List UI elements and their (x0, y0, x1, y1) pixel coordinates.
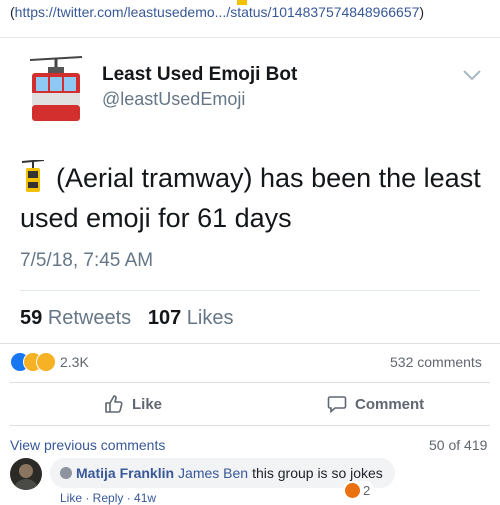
thumbs-up-icon (105, 395, 123, 413)
divider (20, 290, 480, 291)
comment-actions[interactable]: Like · Reply · 41w (60, 491, 156, 505)
tweet-timestamp[interactable]: 7/5/18, 7:45 AM (20, 250, 153, 272)
person-avatar-icon (13, 464, 39, 490)
likes-label[interactable]: Likes (187, 307, 234, 329)
comment-author[interactable]: Matija Franklin (76, 465, 174, 481)
link-close-paren: ) (419, 4, 425, 20)
gondola-avatar-icon (30, 56, 82, 121)
tweet-stats: 59 Retweets 107 Likes (20, 307, 234, 330)
view-previous-comments-link[interactable]: View previous comments (10, 437, 165, 453)
comment-mention[interactable]: James Ben (178, 465, 248, 481)
divider (10, 425, 490, 426)
avatar[interactable] (10, 458, 42, 490)
retweets-label[interactable]: Retweets (48, 307, 131, 329)
reactions-count[interactable]: 2.3K (60, 354, 89, 370)
haha-reaction-icon (36, 352, 56, 372)
likes-count[interactable]: 107 (148, 307, 181, 329)
comments-count[interactable]: 532 comments (390, 354, 482, 370)
aerial-tramway-emoji-icon (237, 0, 247, 5)
top-fan-badge-icon (60, 467, 72, 479)
comment-button[interactable]: Comment (327, 392, 424, 416)
like-button-label: Like (132, 395, 163, 413)
tweet-url[interactable]: https://twitter.com/leastusedemo.../stat… (15, 4, 420, 20)
comment-bubble: Matija Franklin James Ben this group is … (50, 458, 395, 488)
divider (10, 382, 490, 383)
chevron-down-icon[interactable] (462, 68, 482, 82)
comment-button-label: Comment (355, 395, 425, 413)
tweet-text: (Aerial tramway) has been the least used… (20, 158, 490, 238)
tweet-link[interactable]: (https://twitter.com/leastusedemo.../sta… (10, 4, 424, 20)
speech-bubble-icon (327, 396, 347, 414)
divider (0, 343, 500, 344)
angry-reaction-icon (345, 482, 360, 498)
like-button[interactable]: Like (104, 392, 162, 416)
tweet-body: (Aerial tramway) has been the least used… (20, 163, 481, 233)
retweets-count[interactable]: 59 (20, 307, 42, 329)
comment-reaction-count: 2 (363, 482, 371, 498)
comment-reactions[interactable]: 2 (343, 481, 375, 499)
tweet-author-name[interactable]: Least Used Emoji Bot (102, 64, 297, 86)
tweet-author-handle[interactable]: @leastUsedEmoji (102, 89, 245, 110)
comments-pager: 50 of 419 (429, 437, 488, 453)
comment-text: this group is so jokes (252, 465, 383, 481)
